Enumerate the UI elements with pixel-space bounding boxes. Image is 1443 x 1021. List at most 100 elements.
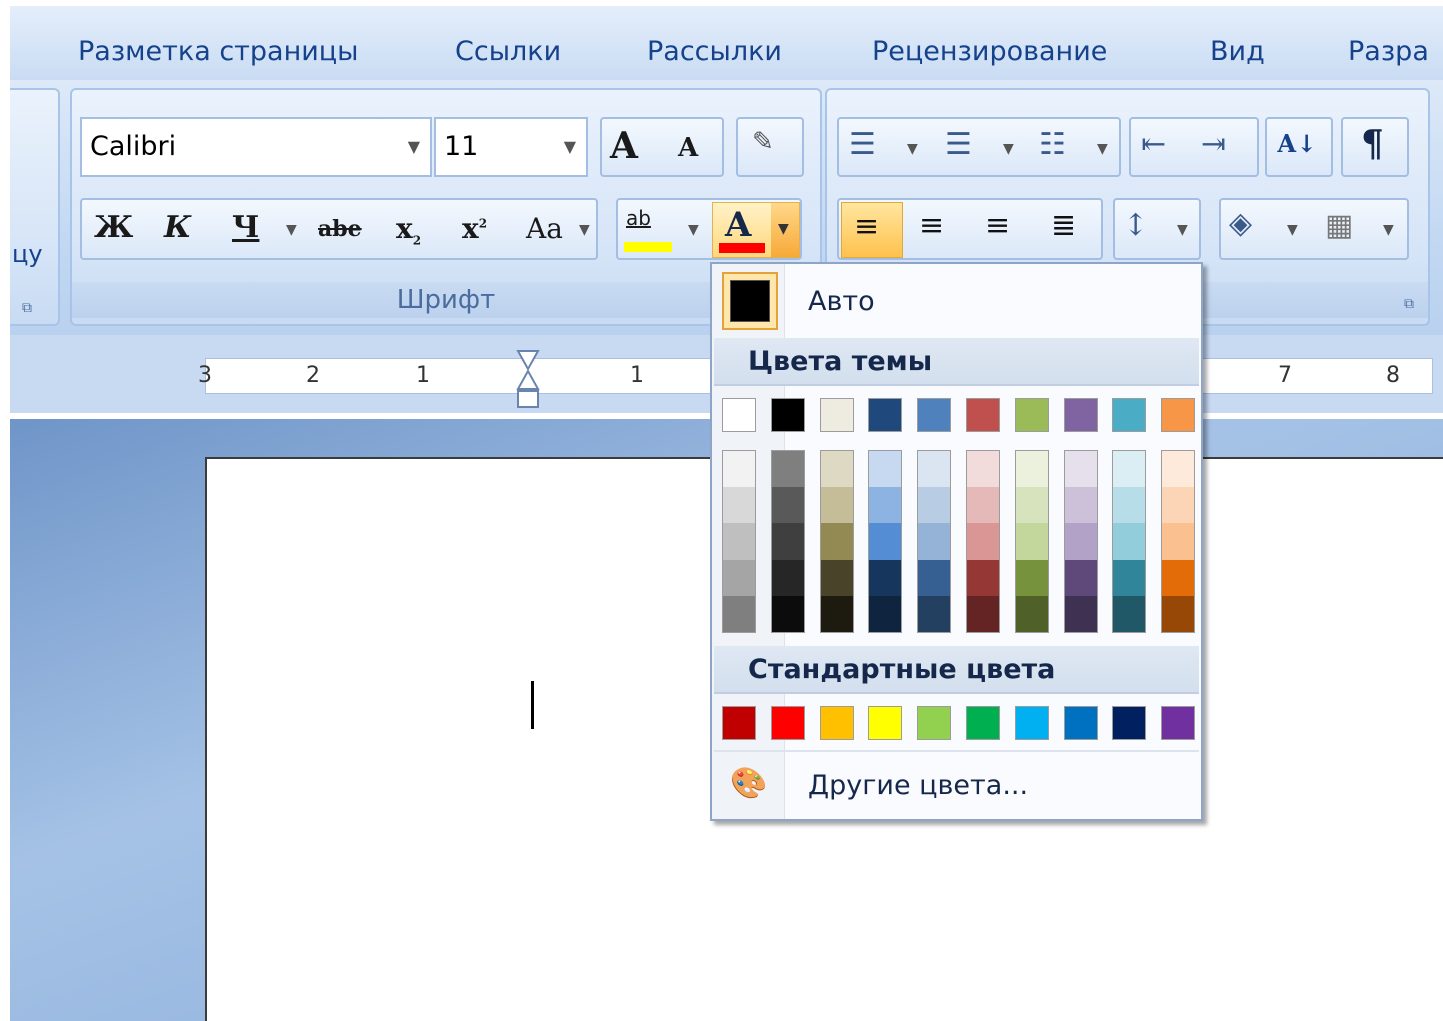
theme-shade-swatch[interactable] (1064, 559, 1097, 596)
shrink-font-button[interactable]: A (678, 133, 698, 163)
strikethrough-button[interactable]: abe (318, 216, 362, 242)
theme-shade-swatch[interactable] (869, 523, 902, 560)
standard-color-swatch[interactable] (770, 706, 805, 740)
standard-color-swatch[interactable] (722, 706, 756, 740)
theme-shade-swatch[interactable] (771, 595, 804, 632)
font-color-button[interactable]: A ▼ (712, 202, 800, 258)
font-name-combo[interactable]: Calibri ▼ (80, 117, 432, 177)
increase-indent-icon[interactable]: ⇥ (1201, 127, 1226, 162)
theme-color-swatch[interactable] (819, 398, 854, 432)
change-case-button[interactable]: Aa (526, 212, 563, 245)
theme-shade-swatch[interactable] (820, 487, 853, 524)
justify-icon[interactable]: ≣ (1051, 208, 1076, 243)
theme-shade-swatch[interactable] (967, 451, 999, 488)
theme-shade-swatch[interactable] (1162, 595, 1195, 632)
theme-color-swatch[interactable] (1014, 398, 1049, 432)
multilevel-list-icon[interactable]: ☷ (1039, 127, 1066, 162)
tab-mailings[interactable]: Рассылки (647, 36, 782, 67)
font-size-combo[interactable]: 11 ▼ (434, 117, 588, 177)
underline-button[interactable]: Ч (232, 210, 259, 245)
auto-color-label[interactable]: Авто (808, 286, 875, 317)
subscript-button[interactable]: x2 (396, 212, 421, 248)
theme-shade-swatch[interactable] (1113, 487, 1146, 524)
theme-shade-swatch[interactable] (869, 595, 902, 632)
theme-shade-swatch[interactable] (918, 487, 951, 524)
italic-button[interactable]: К (164, 210, 191, 245)
theme-shade-swatch[interactable] (771, 523, 804, 560)
chevron-down-icon[interactable]: ▼ (1383, 222, 1394, 238)
theme-shade-swatch[interactable] (918, 559, 951, 596)
theme-shade-swatch[interactable] (967, 559, 999, 596)
theme-shade-swatch[interactable] (820, 595, 853, 632)
theme-shade-swatch[interactable] (820, 523, 853, 560)
chevron-down-icon[interactable]: ▼ (688, 222, 699, 238)
theme-shade-swatch[interactable] (723, 451, 755, 488)
standard-color-swatch[interactable] (1063, 706, 1098, 740)
theme-shade-swatch[interactable] (1015, 595, 1048, 632)
theme-shade-swatch[interactable] (1162, 559, 1195, 596)
theme-color-swatch[interactable] (917, 398, 952, 432)
theme-shade-swatch[interactable] (918, 451, 951, 488)
theme-shade-swatch[interactable] (918, 595, 951, 632)
theme-shade-swatch[interactable] (771, 487, 804, 524)
standard-color-swatch[interactable] (1112, 706, 1147, 740)
auto-color-swatch-button[interactable] (722, 272, 778, 330)
theme-shade-swatch[interactable] (1015, 451, 1048, 488)
standard-color-swatch[interactable] (1014, 706, 1049, 740)
theme-shade-swatch[interactable] (1015, 559, 1048, 596)
chevron-down-icon[interactable]: ▼ (907, 141, 918, 157)
theme-shade-swatch[interactable] (771, 451, 804, 488)
theme-shade-swatch[interactable] (1064, 451, 1097, 488)
theme-shade-swatch[interactable] (820, 451, 853, 488)
theme-shade-swatch[interactable] (723, 487, 755, 524)
decrease-indent-icon[interactable]: ⇤ (1141, 127, 1166, 162)
theme-color-swatch[interactable] (770, 398, 805, 432)
theme-shade-swatch[interactable] (967, 595, 999, 632)
theme-color-swatch[interactable] (722, 398, 756, 432)
chevron-down-icon[interactable]: ▼ (1287, 222, 1298, 238)
theme-shade-swatch[interactable] (1064, 595, 1097, 632)
theme-shade-swatch[interactable] (820, 559, 853, 596)
theme-shade-swatch[interactable] (1015, 523, 1048, 560)
theme-shade-swatch[interactable] (967, 523, 999, 560)
numbering-icon[interactable]: ☰ (945, 127, 972, 162)
standard-color-swatch[interactable] (868, 706, 903, 740)
indent-marker-handle[interactable] (516, 349, 540, 409)
shading-icon[interactable]: ◈ (1229, 206, 1252, 241)
bullets-icon[interactable]: ☰ (849, 127, 876, 162)
theme-shade-swatch[interactable] (869, 487, 902, 524)
tab-review[interactable]: Рецензирование (872, 36, 1107, 67)
theme-shade-swatch[interactable] (1113, 559, 1146, 596)
theme-shade-swatch[interactable] (1015, 487, 1048, 524)
chevron-down-icon[interactable]: ▼ (579, 222, 590, 238)
theme-shade-swatch[interactable] (1064, 523, 1097, 560)
theme-shade-swatch[interactable] (869, 451, 902, 488)
grow-font-button[interactable]: A (610, 125, 638, 167)
chevron-down-icon[interactable]: ▼ (1003, 141, 1014, 157)
theme-shade-swatch[interactable] (723, 559, 755, 596)
theme-shade-swatch[interactable] (723, 595, 755, 632)
highlight-button[interactable]: ab (624, 206, 674, 254)
theme-color-swatch[interactable] (868, 398, 903, 432)
borders-icon[interactable]: ▦ (1325, 208, 1353, 243)
standard-color-swatch[interactable] (1161, 706, 1196, 740)
tab-page-layout[interactable]: Разметка страницы (78, 36, 358, 67)
superscript-button[interactable]: x2 (462, 212, 487, 245)
standard-color-swatch[interactable] (917, 706, 952, 740)
more-colors-item[interactable]: Другие цвета... (808, 770, 1028, 801)
dialog-launcher-icon[interactable]: ⧉ (22, 300, 32, 316)
theme-shade-swatch[interactable] (869, 559, 902, 596)
theme-shade-swatch[interactable] (723, 523, 755, 560)
align-right-icon[interactable]: ≡ (985, 208, 1010, 243)
theme-shade-swatch[interactable] (967, 487, 999, 524)
theme-shade-swatch[interactable] (1064, 487, 1097, 524)
theme-shade-swatch[interactable] (918, 523, 951, 560)
theme-shade-swatch[interactable] (1113, 451, 1146, 488)
theme-shade-swatch[interactable] (1162, 451, 1195, 488)
standard-color-swatch[interactable] (966, 706, 1000, 740)
theme-color-swatch[interactable] (1161, 398, 1196, 432)
theme-shade-swatch[interactable] (1162, 487, 1195, 524)
theme-color-swatch[interactable] (1063, 398, 1098, 432)
chevron-down-icon[interactable]: ▼ (408, 119, 420, 175)
chevron-down-icon[interactable]: ▼ (1097, 141, 1108, 157)
